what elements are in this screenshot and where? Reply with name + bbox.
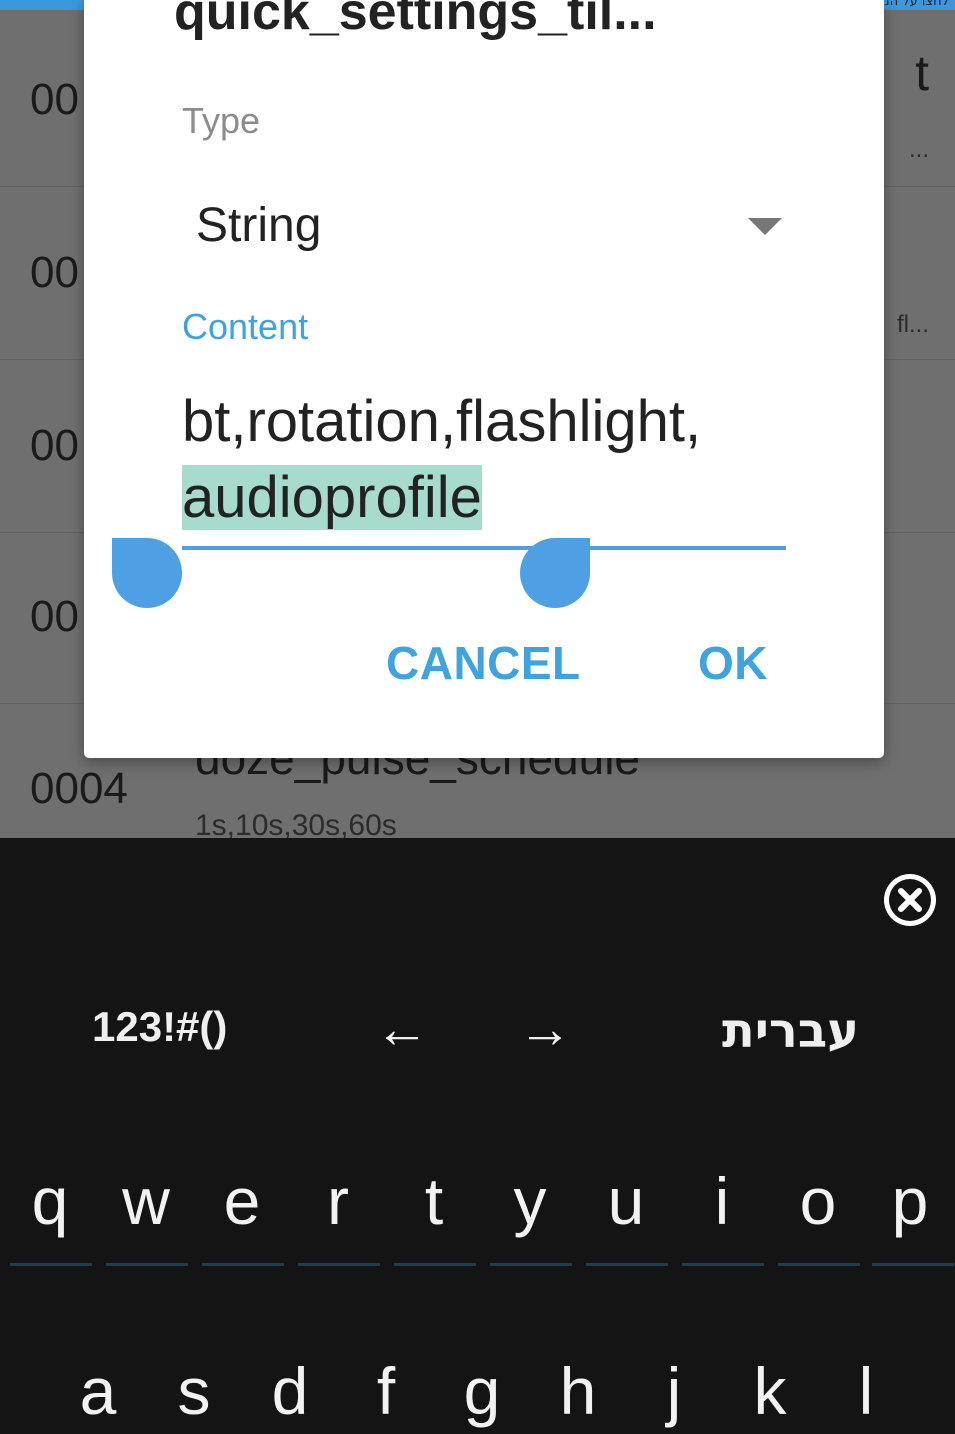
content-text: bt,rotation,flashlight, audioprofile bbox=[182, 384, 786, 536]
key-y[interactable]: y bbox=[482, 1163, 578, 1239]
list-item-number: 00 bbox=[30, 421, 79, 470]
key-l[interactable]: l bbox=[818, 1353, 914, 1429]
key-f[interactable]: f bbox=[338, 1353, 434, 1429]
key-divider bbox=[202, 1263, 284, 1266]
key-divider bbox=[682, 1263, 764, 1266]
key-divider bbox=[778, 1263, 860, 1266]
selection-start-handle[interactable] bbox=[112, 538, 182, 608]
key-k[interactable]: k bbox=[722, 1353, 818, 1429]
key-divider bbox=[586, 1263, 668, 1266]
type-label: Type bbox=[182, 100, 261, 141]
close-keyboard-icon[interactable] bbox=[880, 870, 940, 930]
key-d[interactable]: d bbox=[242, 1353, 338, 1429]
key-divider bbox=[298, 1263, 380, 1266]
content-text-selection: audioprofile bbox=[182, 465, 482, 530]
key-t[interactable]: t bbox=[386, 1163, 482, 1239]
key-h[interactable]: h bbox=[530, 1353, 626, 1429]
list-item-number: 00 bbox=[30, 248, 79, 297]
key-e[interactable]: e bbox=[194, 1163, 290, 1239]
dialog-title: quick_settings_til... bbox=[174, 0, 657, 41]
content-text-unselected: bt,rotation,flashlight, bbox=[182, 389, 702, 454]
key-divider bbox=[106, 1263, 188, 1266]
list-item-number: 00 bbox=[30, 592, 79, 641]
key-q[interactable]: q bbox=[2, 1163, 98, 1239]
content-underline bbox=[182, 546, 786, 550]
list-item-value-tail: ... bbox=[908, 136, 929, 163]
ok-button[interactable]: OK bbox=[698, 636, 768, 690]
key-o[interactable]: o bbox=[770, 1163, 866, 1239]
key-s[interactable]: s bbox=[146, 1353, 242, 1429]
key-u[interactable]: u bbox=[578, 1163, 674, 1239]
dropdown-caret-icon bbox=[748, 218, 782, 235]
key-g[interactable]: g bbox=[434, 1353, 530, 1429]
symbols-key[interactable]: 123!#() bbox=[92, 1003, 227, 1051]
key-divider bbox=[872, 1263, 954, 1266]
key-i[interactable]: i bbox=[674, 1163, 770, 1239]
list-item-number: 00 bbox=[30, 75, 79, 124]
key-w[interactable]: w bbox=[98, 1163, 194, 1239]
soft-keyboard: 123!#() ← → עברית q w e r t y u i o p a … bbox=[0, 838, 955, 1434]
key-divider bbox=[490, 1263, 572, 1266]
type-selected-value: String bbox=[196, 199, 322, 252]
cancel-button[interactable]: CANCEL bbox=[386, 636, 581, 690]
key-a[interactable]: a bbox=[50, 1353, 146, 1429]
list-item-number: 0004 bbox=[30, 764, 128, 813]
content-label: Content bbox=[182, 306, 309, 347]
key-divider bbox=[10, 1263, 92, 1266]
key-divider bbox=[394, 1263, 476, 1266]
key-j[interactable]: j bbox=[626, 1353, 722, 1429]
content-input[interactable]: bt,rotation,flashlight, audioprofile bbox=[182, 384, 786, 552]
list-item-key-tail: t bbox=[915, 45, 929, 101]
list-item-value: 1s,10s,30s,60s bbox=[195, 809, 397, 838]
list-item-value-tail: fl... bbox=[896, 311, 929, 338]
cursor-right-key[interactable]: → bbox=[518, 998, 572, 1060]
edit-setting-dialog: quick_settings_til... Type String Conten… bbox=[84, 0, 884, 758]
selection-end-handle[interactable] bbox=[520, 538, 590, 608]
language-switch-key[interactable]: עברית bbox=[722, 1003, 859, 1059]
type-dropdown[interactable]: String bbox=[182, 190, 782, 270]
cursor-left-key[interactable]: ← bbox=[375, 998, 429, 1060]
key-r[interactable]: r bbox=[290, 1163, 386, 1239]
key-p[interactable]: p bbox=[862, 1163, 955, 1239]
